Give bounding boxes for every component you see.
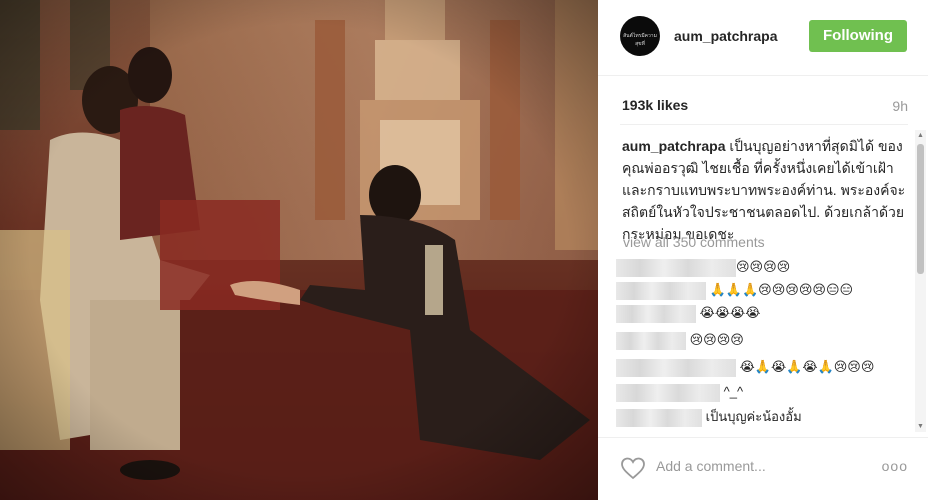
avatar-text: สันต์ไทรมีความสุขที่ (623, 33, 657, 47)
blurred-username (616, 281, 706, 300)
post-time[interactable]: 9h (892, 98, 908, 114)
comment-text: เป็นบุญค่ะน้องอั้ม (705, 409, 802, 424)
arrow-up-icon[interactable]: ▲ (915, 130, 926, 141)
post-sidebar: สันต์ไทรมีความสุขที่ aum_patchrapa Follo… (598, 0, 928, 500)
comment-text: ^_^ (723, 384, 744, 399)
comment-text: 🙏🙏🙏😢😢😢😢😢😑😑 (709, 282, 854, 297)
photo-illustration (0, 0, 598, 500)
blurred-username (616, 383, 720, 402)
blurred-username (616, 258, 736, 277)
comment-row: ^_^ (616, 381, 743, 403)
blurred-username (616, 358, 736, 377)
post-header: สันต์ไทรมีความสุขที่ aum_patchrapa Follo… (598, 0, 928, 76)
username-link[interactable]: aum_patchrapa (674, 28, 777, 44)
scrollbar-thumb[interactable] (917, 144, 924, 274)
heart-icon[interactable] (620, 456, 646, 480)
comment-text: 😢😢😢😢 (736, 259, 791, 274)
avatar[interactable]: สันต์ไทรมีความสุขที่ (620, 16, 660, 56)
blurred-username (616, 408, 702, 427)
blurred-username (616, 304, 696, 323)
comment-row: 😭😭😭😭 (616, 302, 760, 324)
instagram-post-modal: สันต์ไทรมีความสุขที่ aum_patchrapa Follo… (0, 0, 928, 500)
blurred-username (616, 331, 686, 350)
caption: aum_patchrapa เป็นบุญอย่างหาที่สุดมิได้ … (622, 135, 912, 245)
comment-text: 😢😢😢😢 (689, 332, 744, 347)
post-footer: Add a comment... ooo (598, 437, 928, 501)
comment-text: 😭😭😭😭 (699, 305, 761, 320)
comment-row: 🙏🙏🙏😢😢😢😢😢😑😑 (616, 279, 853, 301)
add-comment-input[interactable]: Add a comment... (656, 458, 766, 474)
post-photo[interactable] (0, 0, 598, 500)
likes-count[interactable]: 193k likes (622, 97, 688, 113)
more-options-icon[interactable]: ooo (882, 458, 908, 474)
comment-row: เป็นบุญค่ะน้องอั้ม (616, 406, 802, 428)
comments-scrollbar[interactable]: ▲ ▼ (915, 130, 926, 432)
arrow-down-icon[interactable]: ▼ (915, 421, 926, 432)
comment-text: 😭🙏😭🙏😭🙏😢😢😢 (739, 359, 875, 374)
comments-list: aum_patchrapa เป็นบุญอย่างหาที่สุดมิได้ … (598, 130, 916, 432)
view-all-comments-link[interactable]: view all 350 comments (623, 234, 765, 250)
comment-row: 😢😢😢😢 (616, 256, 790, 278)
following-button[interactable]: Following (809, 20, 907, 52)
caption-username[interactable]: aum_patchrapa (622, 138, 725, 154)
divider (620, 124, 908, 125)
comment-row: 😭🙏😭🙏😭🙏😢😢😢 (616, 356, 874, 378)
comment-row: 😢😢😢😢 (616, 329, 744, 351)
